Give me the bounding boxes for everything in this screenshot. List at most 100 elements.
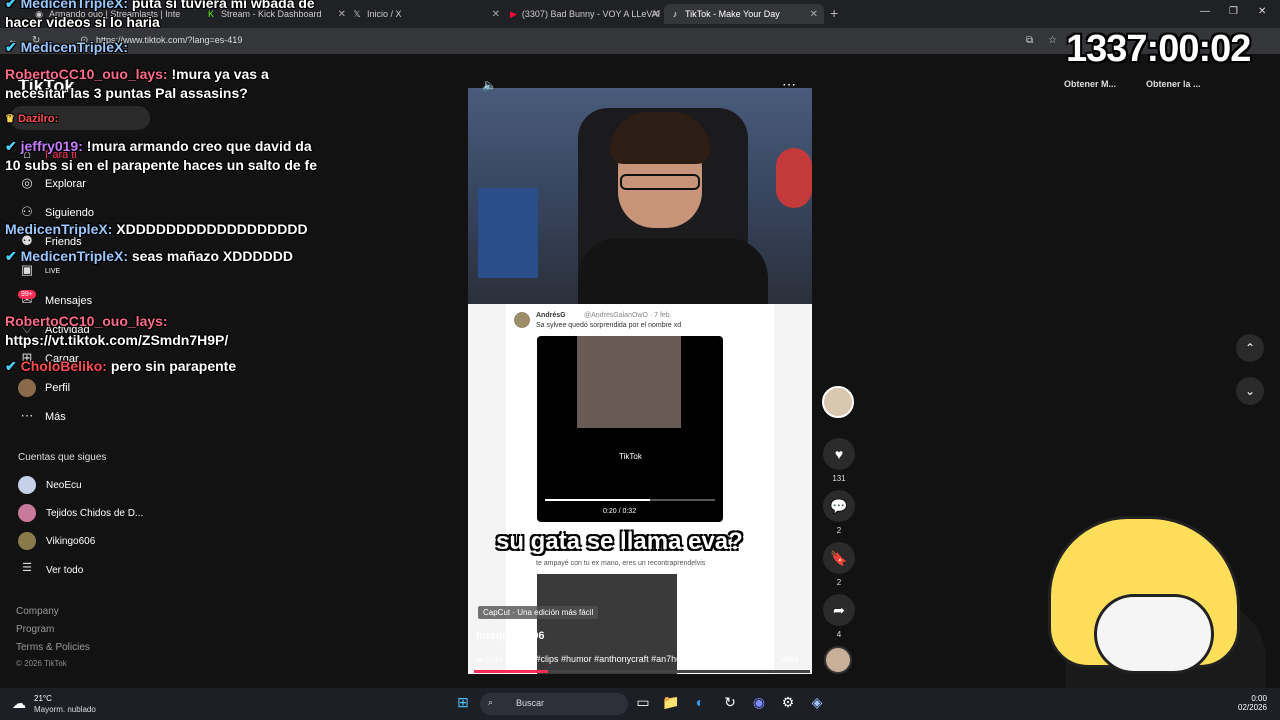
- previous-video-button[interactable]: ⌃: [1236, 334, 1264, 362]
- chat-username: MedicenTripleX:: [20, 248, 128, 264]
- avatar: [18, 476, 36, 494]
- steam-icon[interactable]: ◈: [807, 694, 827, 711]
- sidebar-item-mas[interactable]: ⋯ Más: [18, 408, 66, 426]
- tab-x[interactable]: 𝕏 Inicio / X ✕: [352, 4, 500, 24]
- save-count: 2: [836, 578, 842, 587]
- clock-date: 02/2026: [1238, 703, 1267, 712]
- chat-message: RobertoCC10_ouo_lays: https://vt.tiktok.…: [5, 312, 325, 350]
- x-icon: 𝕏: [353, 9, 361, 19]
- following-account[interactable]: Vikingo606: [18, 532, 95, 550]
- chat-message: ✔ MedicenTripleX:: [5, 38, 325, 57]
- tab-tiktok[interactable]: ♪ TikTok - Make Your Day ✕: [664, 4, 824, 24]
- chat-text: pero sin parapente: [110, 358, 237, 374]
- tweet-video-progress: [545, 499, 715, 501]
- tweet-video-time: 0:20 / 0:32: [603, 508, 637, 515]
- tab-youtube[interactable]: ▶ (3307) Bad Bunny - VOY A LLeVAR ✕: [510, 4, 660, 24]
- comment-button[interactable]: 💬 2: [823, 490, 855, 535]
- video-progress-fill: [474, 670, 548, 673]
- extensions-icon[interactable]: ⧉: [1026, 35, 1033, 46]
- more-icon: ⋯: [20, 408, 34, 423]
- close-icon[interactable]: ✕: [492, 9, 500, 20]
- tweet-video-progress-fill: [545, 499, 651, 501]
- shelf-decoration: [478, 188, 538, 278]
- footer-link-program[interactable]: Program: [16, 624, 54, 635]
- share-count: 4: [836, 630, 842, 639]
- new-tab-button[interactable]: +: [830, 5, 838, 21]
- tweet-video-frame: [577, 336, 681, 428]
- sidebar-item-label: LIVE: [45, 267, 61, 275]
- chat-username: Dazilro:: [17, 113, 59, 125]
- following-account[interactable]: NeoEcu: [18, 476, 82, 494]
- weather-cloud-icon[interactable]: ☁: [12, 695, 26, 712]
- system-clock[interactable]: 0:00 02/2026: [1238, 694, 1267, 712]
- discord-icon[interactable]: ◉: [749, 694, 769, 711]
- comment-icon: 💬: [823, 490, 855, 522]
- chat-message: ✔ jeffry019: !mura armando creo que davi…: [5, 137, 325, 175]
- refresh-app-icon[interactable]: ↻: [720, 694, 740, 711]
- sidebar-item-label: Explorar: [45, 178, 86, 190]
- task-view-icon[interactable]: ▭: [633, 694, 653, 711]
- search-icon: ⌕: [488, 697, 494, 707]
- favorites-icon[interactable]: ☆: [1048, 35, 1057, 46]
- moderator-badge-icon: ✔: [5, 248, 17, 264]
- file-explorer-icon[interactable]: 📁: [661, 694, 681, 711]
- video-player[interactable]: AndrésG @AndresGalanOwO · 7 feb. Sa sylv…: [468, 88, 812, 674]
- creator-avatar[interactable]: [822, 386, 854, 418]
- settings-icon[interactable]: ⚙: [778, 694, 798, 711]
- window-close-icon[interactable]: ✕: [1258, 6, 1266, 17]
- chat-username: MedicenTripleX:: [5, 221, 113, 237]
- description-more-link[interactable]: más: [781, 654, 799, 664]
- moderator-badge-icon: ✔: [5, 358, 17, 374]
- person-shirt: [578, 238, 768, 304]
- taskbar-search[interactable]: ⌕ Buscar: [480, 693, 628, 715]
- list-icon: ☰: [22, 562, 32, 574]
- video-subtitle: su gata se llama eva?: [496, 528, 743, 555]
- minimize-icon[interactable]: —: [1200, 6, 1210, 17]
- heart-icon: ♥: [823, 438, 855, 470]
- footer-link-terms[interactable]: Terms & Policies: [16, 642, 90, 653]
- bookmark-icon: 🔖: [823, 542, 855, 574]
- chat-username: jeffry019:: [20, 138, 83, 154]
- save-button[interactable]: 🔖 2: [823, 542, 855, 587]
- chat-message: ✔ ChoIoBeliko: pero sin parapente: [5, 357, 325, 376]
- close-icon[interactable]: ✕: [338, 9, 346, 20]
- chat-username: MedicenTripleX:: [20, 39, 128, 55]
- avatar: [18, 504, 36, 522]
- person-glasses: [620, 174, 700, 190]
- close-icon[interactable]: ✕: [652, 9, 660, 20]
- next-video-button[interactable]: ⌄: [1236, 377, 1264, 405]
- search-placeholder: Buscar: [516, 698, 545, 708]
- chat-message: ♛ Dazilro:: [5, 110, 325, 129]
- weather-description: Mayorm. nublado: [34, 705, 96, 714]
- profile-avatar: [18, 379, 36, 397]
- capcut-label[interactable]: CapCut · Una edición más fácil: [478, 606, 599, 619]
- video-progress-bar[interactable]: [474, 670, 810, 673]
- chat-text: XDDDDDDDDDDDDDDDDDD: [116, 221, 308, 237]
- see-all-following[interactable]: ☰ Ver todo: [18, 561, 83, 579]
- get-app-button[interactable]: Obtener M...: [1064, 79, 1116, 89]
- share-button[interactable]: ➦ 4: [823, 594, 855, 639]
- music-disc-avatar[interactable]: [824, 646, 852, 674]
- like-button[interactable]: ♥ 131: [823, 438, 855, 483]
- volume-icon[interactable]: 🔈: [482, 78, 497, 92]
- tab-label: TikTok - Make Your Day: [685, 9, 780, 19]
- get-desktop-app-button[interactable]: Obtener la ...: [1146, 79, 1201, 89]
- account-name: NeoEcu: [46, 479, 82, 491]
- following-account[interactable]: Tejidos Chidos de D...: [18, 504, 143, 522]
- chat-message: ✔ MedicenTripleX: puta si tuviera mi wba…: [5, 0, 325, 32]
- comment-count: 2: [836, 526, 842, 535]
- sidebar-item-explorar[interactable]: ◎ Explorar: [18, 175, 86, 193]
- windows-start-icon[interactable]: ⊞: [453, 694, 473, 711]
- chat-message: RobertoCC10_ouo_lays: !mura ya vas a nec…: [5, 65, 325, 103]
- chat-message: ✔ MedicenTripleX: seas mañazo XDDDDDD: [5, 247, 325, 266]
- tab-label: (3307) Bad Bunny - VOY A LLeVAR: [521, 9, 660, 19]
- messages-badge: 99+: [18, 290, 36, 299]
- maximize-icon[interactable]: ❐: [1229, 6, 1238, 17]
- video-author[interactable]: huequero_96: [476, 630, 544, 642]
- following-section-title: Cuentas que sigues: [18, 452, 107, 463]
- chat-username: RobertoCC10_ouo_lays:: [5, 313, 168, 329]
- close-icon[interactable]: ✕: [810, 9, 818, 20]
- sidebar-item-perfil[interactable]: Perfil: [18, 379, 70, 397]
- edge-browser-icon[interactable]: ◐: [690, 694, 710, 710]
- footer-link-company[interactable]: Company: [16, 606, 59, 617]
